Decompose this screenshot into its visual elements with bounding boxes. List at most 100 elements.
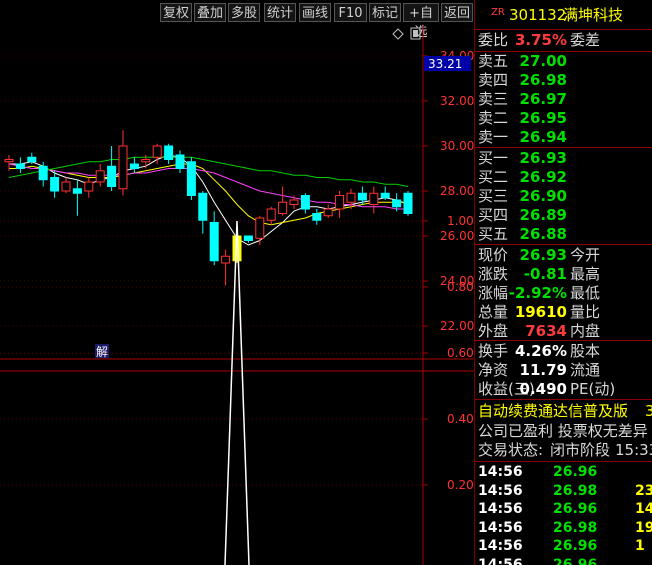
status-row: 交易状态: 闭市阶段 15:33	[475, 441, 652, 460]
buy-level-4-value: 26.89	[519, 206, 567, 224]
buy-level-3-value: 26.90	[519, 187, 567, 205]
multi-stock-button[interactable]: 多股	[228, 3, 260, 22]
stat2-1-value: 11.79	[519, 361, 567, 379]
sell-level-2-label: 卖二	[478, 109, 509, 127]
buy-level-1: 买一 26.93	[475, 149, 652, 168]
profit-note: 公司已盈利 投票权无差异	[478, 422, 648, 440]
overlay-button[interactable]: 叠加	[194, 3, 226, 22]
candle[interactable]	[255, 215, 265, 245]
chart-toolbar: 复权 叠加 多股 统计 画线 F10 标记 +自选 返回	[0, 0, 474, 40]
indicator-spike-line	[224, 220, 250, 565]
buy-level-2-value: 26.92	[519, 168, 567, 186]
tick-volume: 23	[635, 482, 652, 499]
zr-badge: ZR	[491, 7, 505, 18]
tick-price: 26.96	[553, 464, 598, 480]
weibi-row: 委比 3.75% 委差	[475, 31, 652, 50]
tick-row: 14:56 26.98 23	[475, 482, 652, 501]
candle[interactable]	[243, 235, 253, 243]
stat2-0-label: 换手	[478, 342, 509, 360]
price-tick-label: 32.00	[440, 94, 474, 108]
candle[interactable]	[61, 177, 71, 194]
indicator-tick-label: 0.40	[447, 412, 474, 426]
candle[interactable]	[266, 206, 276, 225]
fuquan-button[interactable]: 复权	[160, 3, 192, 22]
tick-time: 14:56	[478, 501, 523, 517]
stat-2-label2: 最低	[570, 284, 601, 302]
stock-name: 满坤科技	[563, 6, 624, 24]
stat-4-label: 外盘	[478, 322, 509, 340]
candle[interactable]	[175, 150, 185, 174]
stat-4-label2: 内盘	[570, 322, 601, 340]
candle[interactable]	[221, 249, 231, 286]
tick-price: 26.96	[553, 501, 598, 517]
candle[interactable]	[323, 204, 333, 219]
stat-0: 现价 26.93 今开	[475, 246, 652, 265]
sell-level-1-label: 卖一	[478, 128, 509, 146]
candle[interactable]	[72, 179, 82, 216]
stock-header: ZR 301132 满坤科技	[475, 6, 652, 25]
weicha-label: 委差	[570, 31, 601, 49]
candle[interactable]	[95, 164, 105, 187]
notice-row[interactable]: 自动续费通达信普及版 3	[475, 402, 652, 421]
sell-level-3: 卖三 26.97	[475, 90, 652, 109]
stat2-2: 收益(三) 0.490 PE(动)	[475, 380, 652, 399]
tick-row: 14:56 26.96 14	[475, 500, 652, 519]
candle[interactable]	[209, 211, 219, 266]
stat-1-value: -0.81	[523, 265, 567, 283]
kline-chart[interactable]: 34.0032.0030.0028.0026.0024.0022.00 33.2…	[0, 26, 474, 565]
buy-level-5-label: 买五	[478, 225, 509, 243]
candle[interactable]	[15, 157, 25, 173]
indicator-tick-label: 0.60	[447, 346, 474, 360]
sell-level-4-label: 卖四	[478, 71, 509, 89]
sell-level-5: 卖五 27.00	[475, 52, 652, 71]
buy-level-5-value: 26.88	[519, 225, 567, 243]
tick-price: 26.98	[553, 519, 598, 536]
stat2-2-value: 0.490	[519, 380, 567, 398]
candle[interactable]	[84, 177, 94, 198]
status-time: 15:33	[615, 441, 652, 459]
candle[interactable]	[186, 157, 196, 200]
candle[interactable]	[380, 186, 390, 201]
candle[interactable]	[403, 191, 413, 216]
buy-level-5: 买五 26.88	[475, 225, 652, 244]
notice-text[interactable]: 自动续费通达信普及版	[478, 402, 628, 421]
candle[interactable]	[118, 130, 128, 196]
candle[interactable]	[50, 170, 60, 198]
price-tick-label: 28.00	[440, 184, 474, 198]
candle[interactable]	[198, 191, 208, 234]
diamond-icon[interactable]	[392, 28, 404, 40]
tick-row: 14:56 26.96	[475, 463, 652, 482]
back-button[interactable]: 返回	[441, 3, 473, 22]
panel-toggle-icon[interactable]	[410, 27, 421, 40]
mark-button[interactable]: 标记	[369, 3, 401, 22]
candle[interactable]	[129, 157, 139, 173]
sell-level-4: 卖四 26.98	[475, 71, 652, 90]
candle[interactable]	[164, 143, 174, 164]
stat2-0-label2: 股本	[570, 342, 601, 360]
stat2-0: 换手 4.26% 股本	[475, 342, 652, 361]
buy-level-1-value: 26.93	[519, 149, 567, 167]
candle[interactable]	[107, 146, 117, 191]
f10-button[interactable]: F10	[334, 3, 367, 22]
stat-0-label2: 今开	[570, 246, 601, 264]
candle[interactable]	[335, 191, 345, 218]
stat-0-value: 26.93	[519, 246, 567, 264]
stat2-1: 净资 11.79 流通	[475, 361, 652, 380]
tick-price: 26.96	[553, 556, 598, 565]
indicator-tick-label: 0.80	[447, 280, 474, 294]
tick-time: 14:56	[478, 538, 523, 554]
candle[interactable]	[312, 209, 322, 225]
statistics-button[interactable]: 统计	[264, 3, 296, 22]
tick-price: 26.98	[553, 482, 598, 499]
stat2-1-label2: 流通	[570, 361, 601, 379]
candle[interactable]	[278, 186, 288, 216]
add-watchlist-button[interactable]: +自选	[403, 3, 439, 40]
candle[interactable]	[300, 193, 310, 214]
price-tick-label: 26.00	[440, 229, 474, 243]
event-marker[interactable]: 解	[95, 344, 109, 359]
price-tick-label: 30.00	[440, 139, 474, 153]
price-tick-label: 22.00	[440, 319, 474, 333]
draw-line-button[interactable]: 画线	[299, 3, 331, 22]
current-price-tag: 33.21	[424, 56, 471, 71]
indicator-tick-label: 1.00	[447, 214, 474, 228]
